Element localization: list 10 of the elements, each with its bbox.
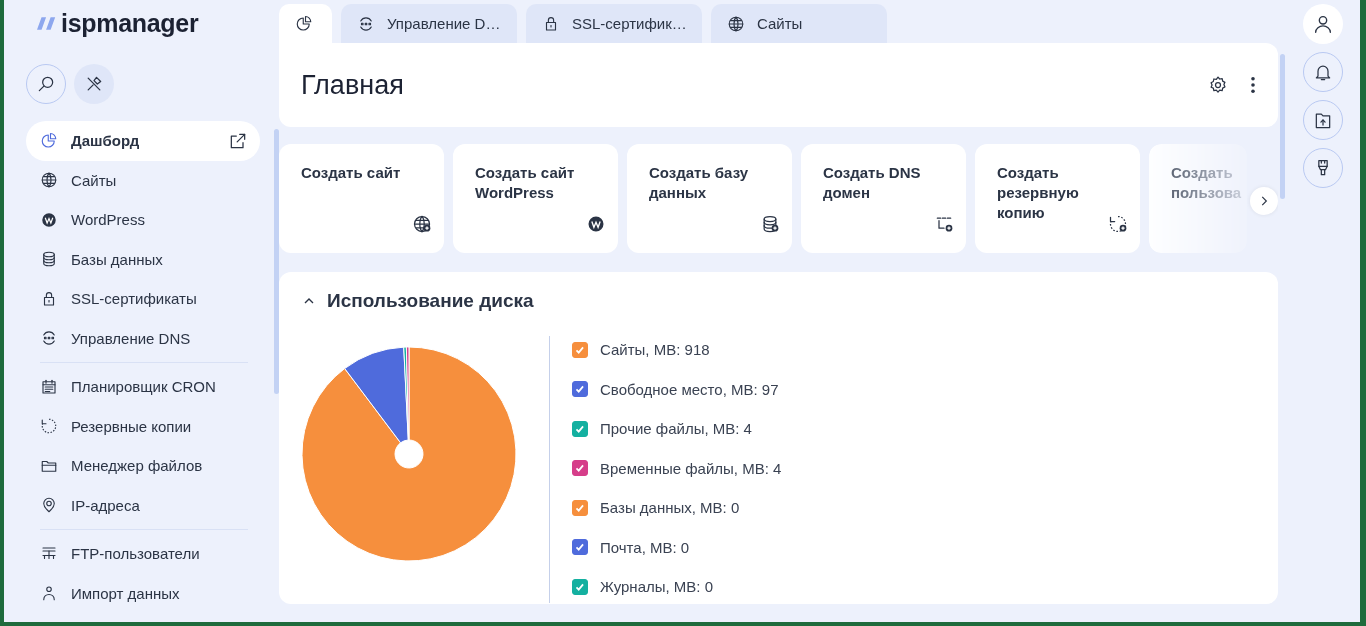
legend-label: Временные файлы, MB: 4 — [600, 459, 782, 477]
legend-label: Прочие файлы, MB: 4 — [600, 420, 752, 437]
legend-label: Базы данных, MB: 0 — [600, 499, 740, 516]
legend-label: Сайты, MB: 918 — [600, 341, 710, 358]
section-title: Использование диска — [327, 290, 534, 312]
legend-label: Свободное место, MB: 97 — [600, 380, 779, 398]
page-title: Главная — [301, 69, 404, 101]
legend-label: Журналы, MB: 0 — [600, 578, 714, 595]
logo-text: ispmanager — [61, 8, 199, 38]
legend-label: Почта, MB: 0 — [600, 538, 690, 556]
